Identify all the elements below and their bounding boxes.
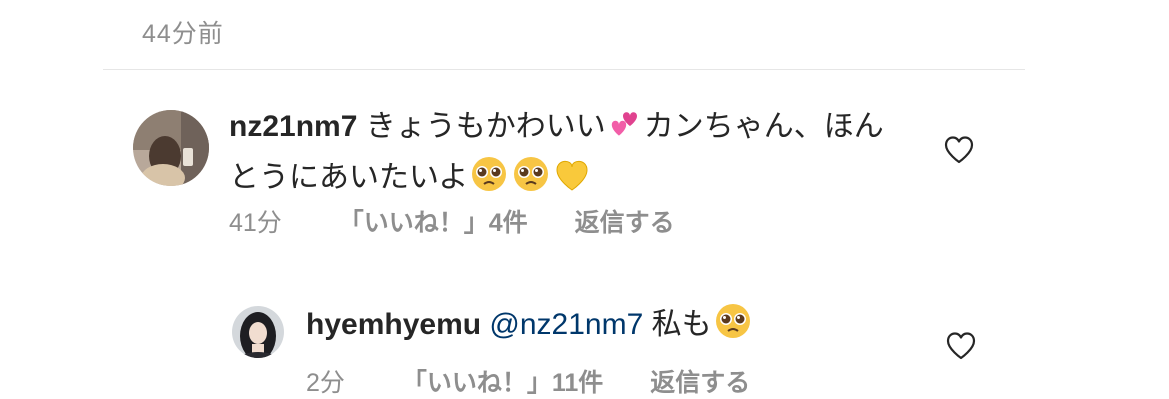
reply-body: hyemhyemu @nz21nm7 私も — [306, 302, 906, 353]
reply-button[interactable]: 返信する — [575, 203, 675, 239]
comment-text: きょうもかわいい — [365, 110, 606, 143]
avatar[interactable] — [133, 110, 209, 186]
likes-count[interactable]: 「いいね！」4件 — [339, 203, 528, 239]
comment-body: nz21nm7 きょうもかわいい カンちゃん、ほんとうにあいたいよ — [229, 105, 909, 206]
reply-button[interactable]: 返信する — [650, 363, 750, 399]
divider — [103, 69, 1025, 70]
comment-username[interactable]: hyemhyemu — [306, 308, 481, 341]
likes-count[interactable]: 「いいね！」11件 — [402, 363, 603, 399]
mention-link[interactable]: @nz21nm7 — [489, 308, 643, 341]
two-hearts-icon — [608, 110, 642, 155]
comment-username[interactable]: nz21nm7 — [229, 110, 357, 143]
like-heart-icon[interactable] — [946, 332, 976, 365]
comment-text: 私も — [651, 308, 712, 341]
like-heart-icon[interactable] — [944, 136, 974, 169]
yellow-heart-icon — [554, 159, 590, 206]
pleading-face-icon — [714, 302, 752, 353]
comment-time: 2分 — [306, 369, 345, 397]
reply-meta: 2分 「いいね！」11件 返信する — [306, 363, 750, 399]
pleading-face-icon — [470, 155, 508, 206]
comment-time: 41分 — [229, 209, 282, 237]
avatar[interactable] — [232, 306, 284, 358]
comment-meta: 41分 「いいね！」4件 返信する — [229, 203, 675, 239]
previous-comment-time: 44分前 — [142, 20, 224, 48]
pleading-face-icon — [512, 155, 550, 206]
